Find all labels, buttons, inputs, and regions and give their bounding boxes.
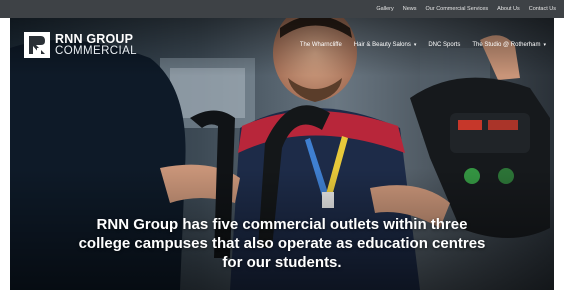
logo-wordmark: RNN GROUP COMMERCIAL [55,31,137,58]
page: Gallery News Our Commercial Services Abo… [0,0,564,297]
nav-item-the-wharncliffe[interactable]: The Wharncliffe [300,42,342,48]
logo-line-group: RNN GROUP [55,31,134,46]
nav-item-hair-beauty-salons[interactable]: Hair & Beauty Salons ▾ [354,42,417,48]
nav-item-the-studio-rotherham[interactable]: The Studio @ Rotherham ▾ [472,42,546,48]
hero-headline: RNN Group has five commercial outlets wi… [78,216,486,271]
site-logo[interactable]: RNN GROUP COMMERCIAL [24,32,137,58]
nav-item-label: DNC Sports [428,42,461,48]
chevron-down-icon: ▾ [413,42,417,48]
logo-line-commercial: COMMERCIAL [55,45,137,57]
nav-item-label: The Wharncliffe [299,42,342,48]
utility-link-commercial-services[interactable]: Our Commercial Services [426,6,489,12]
utility-link-contact-us[interactable]: Contact Us [529,6,556,12]
utility-link-gallery[interactable]: Gallery [376,6,393,12]
main-navigation: The Wharncliffe Hair & Beauty Salons ▾ D… [300,42,546,48]
utility-nav: Gallery News Our Commercial Services Abo… [376,6,564,12]
rnn-monogram-icon [24,32,50,58]
site-header: RNN GROUP COMMERCIAL The Wharncliffe Hai… [10,18,554,76]
hero-banner: RNN GROUP COMMERCIAL The Wharncliffe Hai… [10,18,554,290]
utility-link-news[interactable]: News [403,6,417,12]
chevron-down-icon: ▾ [543,42,546,48]
nav-item-dnc-sports[interactable]: DNC Sports [428,42,460,48]
nav-item-label: Hair & Beauty Salons [353,42,411,48]
nav-item-label: The Studio @ Rotherham [472,42,541,48]
top-utility-bar: Gallery News Our Commercial Services Abo… [0,0,564,18]
utility-link-about-us[interactable]: About Us [497,6,520,12]
